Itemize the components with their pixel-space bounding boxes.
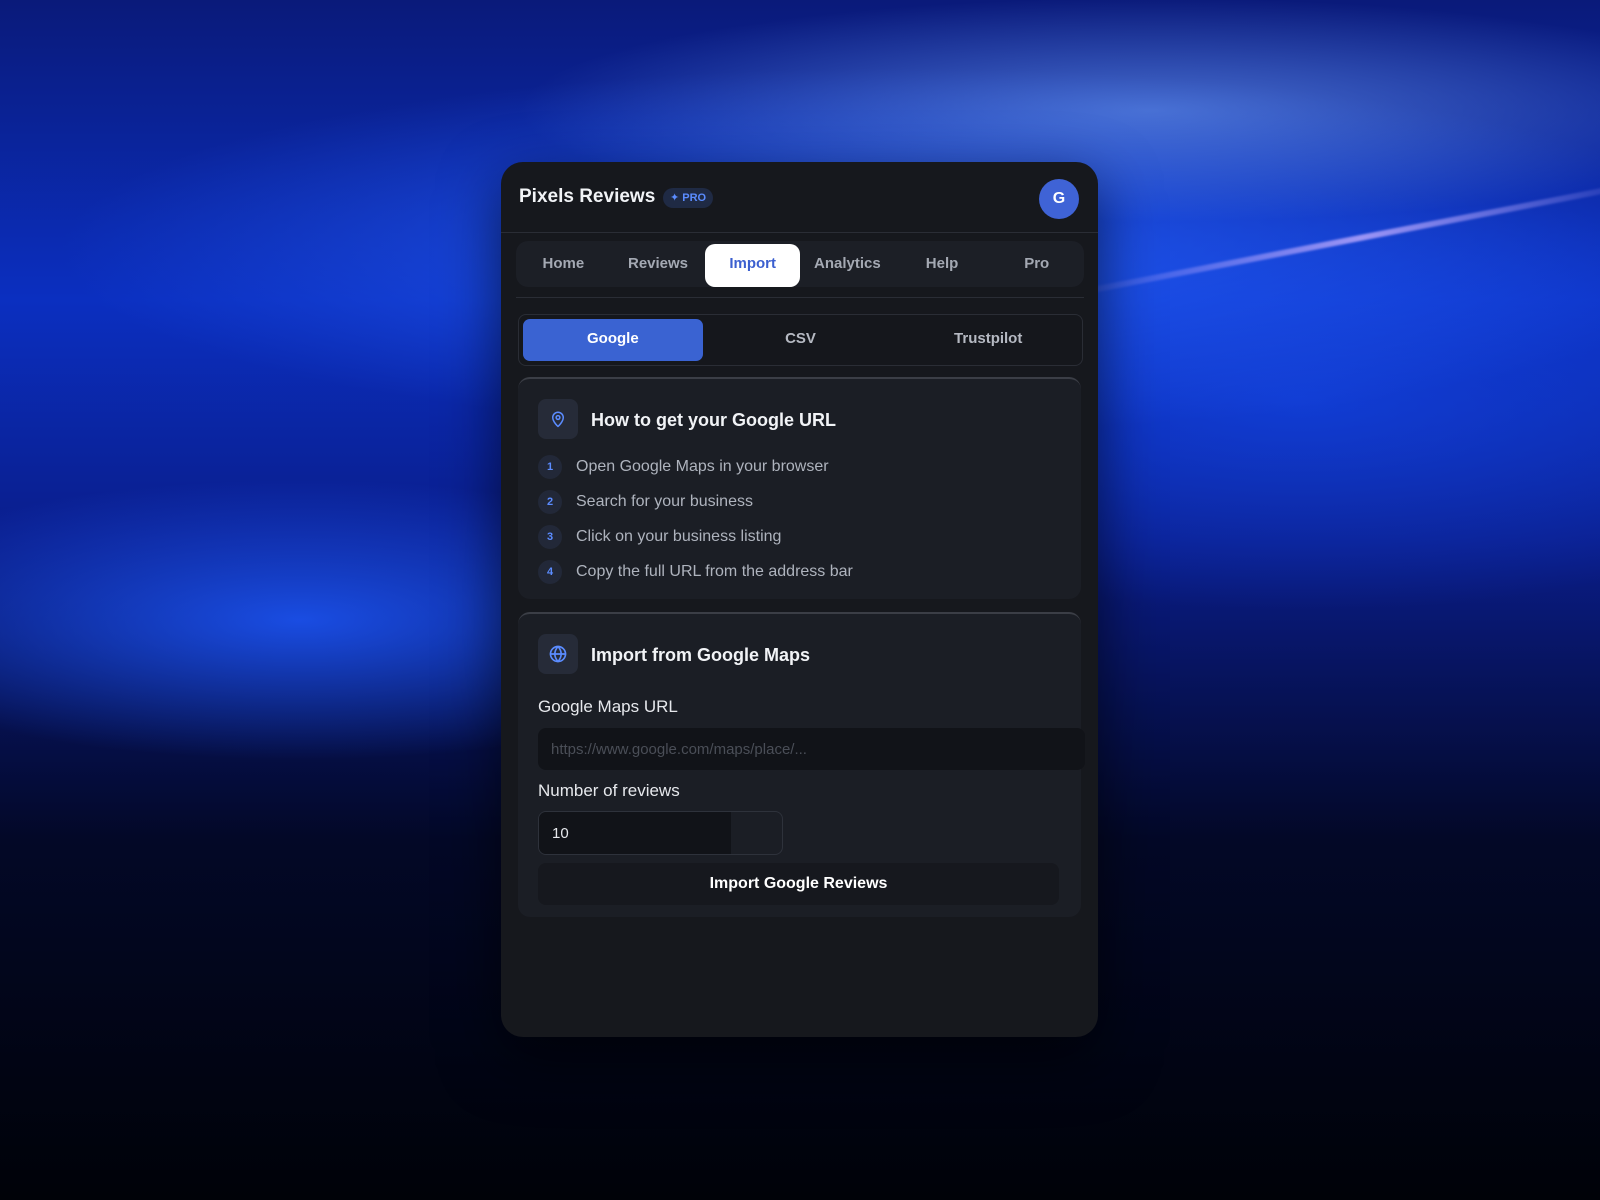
pro-badge: ✦ PRO (663, 188, 714, 208)
import-source-tabs: Google CSV Trustpilot (518, 314, 1083, 366)
google-maps-url-input[interactable] (538, 728, 1085, 770)
sparkle-icon: ✦ (670, 192, 680, 204)
guide-step: 3 Click on your business listing (538, 519, 853, 554)
step-number: 1 (538, 454, 562, 479)
nav-tab-reviews[interactable]: Reviews (611, 244, 706, 287)
nav-tab-home[interactable]: Home (516, 244, 611, 287)
review-count-field (538, 811, 783, 855)
source-tab-google[interactable]: Google (523, 319, 703, 361)
main-nav: Home Reviews Import Analytics Help Pro (516, 241, 1084, 287)
nav-tab-help[interactable]: Help (895, 244, 990, 287)
panel-header: Pixels Reviews ✦ PRO G (501, 162, 1098, 233)
step-number: 4 (538, 559, 562, 584)
nav-tab-analytics[interactable]: Analytics (800, 244, 895, 287)
source-tab-csv[interactable]: CSV (711, 319, 891, 361)
extension-panel: Pixels Reviews ✦ PRO G Home Reviews Impo… (501, 162, 1098, 1037)
step-text: Search for your business (576, 492, 753, 510)
step-text: Open Google Maps in your browser (576, 457, 829, 475)
user-avatar[interactable]: G (1039, 179, 1079, 219)
nav-divider (516, 297, 1084, 298)
step-number: 3 (538, 524, 562, 549)
import-google-reviews-button[interactable]: Import Google Reviews (538, 863, 1059, 905)
review-count-label: Number of reviews (538, 781, 680, 800)
guide-title: How to get your Google URL (591, 410, 836, 430)
source-tab-trustpilot[interactable]: Trustpilot (898, 319, 1078, 361)
guide-step: 4 Copy the full URL from the address bar (538, 554, 853, 589)
import-form-title: Import from Google Maps (591, 645, 811, 665)
globe-icon (538, 634, 578, 674)
map-pin-icon (538, 399, 578, 439)
pro-badge-label: PRO (682, 192, 707, 204)
nav-tab-import[interactable]: Import (705, 244, 801, 287)
guide-steps: 1 Open Google Maps in your browser 2 Sea… (538, 449, 853, 589)
step-number: 2 (538, 489, 562, 514)
app-title: Pixels Reviews (519, 186, 656, 207)
google-url-guide-card: How to get your Google URL 1 Open Google… (518, 377, 1081, 599)
google-import-form-card: Import from Google Maps Google Maps URL … (518, 612, 1085, 917)
guide-step: 1 Open Google Maps in your browser (538, 449, 853, 484)
review-count-input[interactable] (539, 812, 731, 854)
guide-step: 2 Search for your business (538, 484, 853, 519)
nav-tab-pro[interactable]: Pro (989, 244, 1084, 287)
step-text: Click on your business listing (576, 527, 782, 545)
google-maps-url-label: Google Maps URL (538, 697, 678, 716)
step-text: Copy the full URL from the address bar (576, 562, 853, 580)
